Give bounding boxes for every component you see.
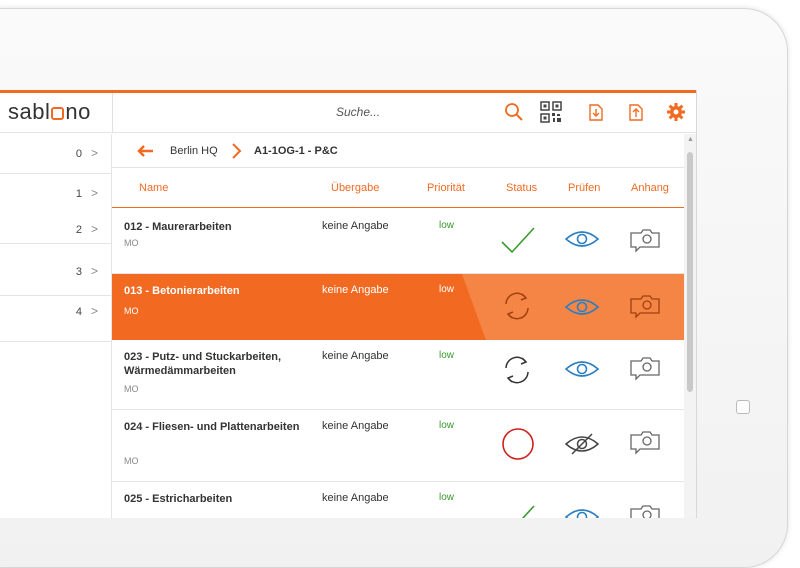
- row-prioritaet: low: [439, 350, 455, 361]
- left-nav-item[interactable]: 3 >: [0, 244, 112, 296]
- check-icon[interactable]: [499, 224, 537, 256]
- col-pruefen[interactable]: Prüfen: [568, 182, 600, 194]
- search-input[interactable]: Suche...: [336, 105, 380, 119]
- left-nav-panel: 0 > 1 > 2 > 3 > 4 >: [0, 134, 112, 518]
- row-sub: MO: [124, 306, 139, 316]
- row-uebergabe: keine Angabe: [322, 284, 389, 296]
- scrollbar-thumb[interactable]: [687, 152, 693, 392]
- row-title: 012 - Maurerarbeiten: [124, 221, 232, 233]
- eye-icon[interactable]: [564, 358, 600, 380]
- breadcrumb: Berlin HQ A1-1OG-1 - P&C: [112, 134, 684, 168]
- row-sub: MO: [124, 456, 139, 466]
- row-uebergabe: keine Angabe: [322, 492, 389, 504]
- qr-code-icon[interactable]: [540, 101, 562, 123]
- chevron-right-icon: >: [90, 264, 98, 278]
- breadcrumb-current: A1-1OG-1 - P&C: [254, 145, 338, 157]
- row-prioritaet: low: [439, 220, 455, 231]
- app-header: sabl no Suche...: [0, 93, 696, 133]
- scroll-up-icon[interactable]: ▲: [687, 136, 694, 143]
- left-nav-count: 1: [75, 188, 82, 200]
- sync-icon[interactable]: [500, 288, 534, 324]
- camera-comment-icon[interactable]: [628, 354, 662, 382]
- chevron-right-icon: >: [90, 222, 98, 236]
- arrow-left-icon[interactable]: [136, 144, 154, 158]
- left-nav-count: 2: [75, 224, 82, 236]
- col-name[interactable]: Name: [139, 182, 168, 194]
- breadcrumb-parent[interactable]: Berlin HQ: [170, 145, 218, 157]
- left-nav-item[interactable]: 0 >: [0, 134, 112, 174]
- main-content: Berlin HQ A1-1OG-1 - P&C Name Übergabe P…: [112, 134, 684, 518]
- gear-icon[interactable]: [665, 101, 687, 123]
- eye-icon[interactable]: [564, 506, 600, 518]
- circle-icon[interactable]: [500, 426, 536, 462]
- table-row[interactable]: 025 - Estricharbeiten keine Angabe low: [112, 482, 684, 518]
- left-nav-item[interactable]: 4 >: [0, 296, 112, 342]
- import-icon[interactable]: [585, 101, 607, 123]
- chevron-right-icon: [232, 143, 242, 159]
- check-icon[interactable]: [499, 502, 537, 518]
- col-prioritaet[interactable]: Priorität: [427, 182, 465, 194]
- row-title: 025 - Estricharbeiten: [124, 493, 233, 505]
- camera-comment-icon[interactable]: [628, 226, 662, 254]
- table-row[interactable]: 024 - Fliesen- und Plattenarbeiten MO ke…: [112, 410, 684, 482]
- eye-crossed-icon[interactable]: [564, 432, 600, 456]
- eye-icon[interactable]: [564, 228, 600, 250]
- row-prioritaet: low: [439, 420, 455, 431]
- row-title: 023 - Putz- und Stuckarbeiten, Wärmedämm…: [124, 351, 282, 377]
- row-uebergabe: keine Angabe: [322, 350, 389, 362]
- chevron-right-icon: >: [90, 186, 98, 200]
- table-row-selected[interactable]: 013 - Betonierarbeiten MO keine Angabe l…: [112, 274, 684, 340]
- chevron-right-icon: >: [90, 304, 98, 318]
- left-nav-count: 3: [75, 266, 82, 278]
- search-icon[interactable]: [503, 101, 525, 123]
- col-anhang[interactable]: Anhang: [631, 182, 669, 194]
- sync-icon[interactable]: [500, 352, 534, 388]
- col-status[interactable]: Status: [506, 182, 537, 194]
- left-nav-item[interactable]: 1 > 2 >: [0, 174, 112, 244]
- table-header: Name Übergabe Priorität Status Prüfen An…: [112, 168, 684, 208]
- chevron-right-icon: >: [90, 146, 98, 160]
- row-prioritaet: low: [439, 492, 455, 503]
- row-uebergabe: keine Angabe: [322, 220, 389, 232]
- row-title: 024 - Fliesen- und Plattenarbeiten: [124, 421, 300, 433]
- row-prioritaet: low: [439, 284, 455, 295]
- logo: sabl no: [8, 99, 91, 125]
- table-row[interactable]: 023 - Putz- und Stuckarbeiten, Wärmedämm…: [112, 340, 684, 410]
- logo-o-mark: [51, 107, 65, 120]
- logo-text-before: sabl: [8, 99, 51, 124]
- export-icon[interactable]: [625, 101, 647, 123]
- camera-comment-icon[interactable]: [628, 502, 662, 518]
- camera-comment-icon[interactable]: [628, 292, 662, 320]
- eye-icon[interactable]: [564, 296, 600, 318]
- scrollbar[interactable]: ▲: [684, 134, 696, 518]
- logo-text-after: no: [65, 99, 91, 124]
- logo-divider: [112, 93, 113, 133]
- table-row[interactable]: 012 - Maurerarbeiten MO keine Angabe low: [112, 210, 684, 274]
- row-title: 013 - Betonierarbeiten: [124, 285, 240, 297]
- row-sub: MO: [124, 238, 139, 248]
- left-nav-count: 0: [75, 148, 82, 160]
- left-nav-count: 4: [75, 306, 82, 318]
- row-sub: MO: [124, 384, 139, 394]
- col-uebergabe[interactable]: Übergabe: [331, 182, 379, 194]
- home-button[interactable]: [736, 400, 750, 414]
- app-screen: sabl no Suche... 0 > 1 > 2 > 3 > 4 > Ber…: [0, 90, 697, 518]
- row-uebergabe: keine Angabe: [322, 420, 389, 432]
- camera-comment-icon[interactable]: [628, 428, 662, 456]
